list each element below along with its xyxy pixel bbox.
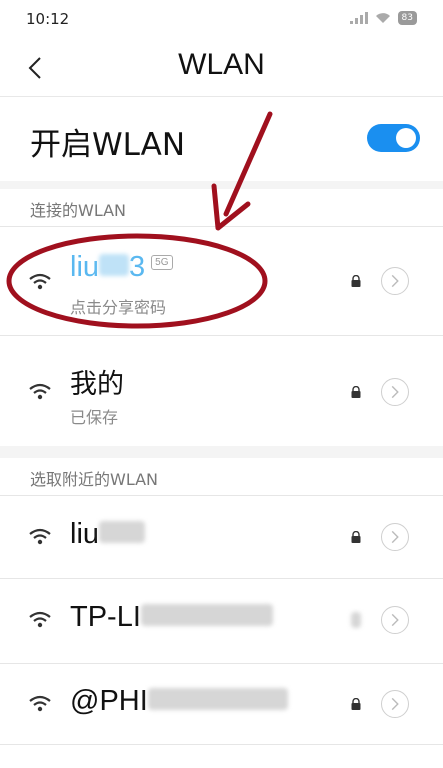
redacted-text: [147, 688, 288, 711]
chevron-right-icon[interactable]: [381, 378, 409, 406]
divider: [0, 744, 443, 745]
wifi-icon: [29, 528, 51, 545]
connected-section-title: 连接的WLAN: [30, 201, 127, 220]
section-gap: [0, 446, 443, 458]
nearby-section-title: 选取附近的WLAN: [30, 470, 159, 489]
network-name-visible: liu: [70, 518, 100, 550]
wifi-icon: [29, 611, 51, 628]
title-bar: WLAN: [0, 40, 443, 97]
network-row-nearby[interactable]: @PHI: [0, 664, 443, 744]
network-subtitle: 点击分享密码: [70, 298, 167, 317]
status-icons: 83: [349, 11, 417, 25]
redacted-lock: [351, 612, 361, 628]
redacted-text: [140, 604, 273, 627]
network-row-saved[interactable]: 我的 已保存: [0, 336, 443, 446]
network-name: TP-LI: [70, 601, 273, 634]
wlan-toggle-switch[interactable]: [367, 124, 420, 152]
network-name: liu: [70, 518, 146, 551]
chevron-right-icon[interactable]: [381, 267, 409, 295]
chevron-right-icon[interactable]: [381, 690, 409, 718]
toggle-knob: [396, 128, 416, 148]
status-time: 10:12: [26, 10, 70, 28]
network-row-nearby[interactable]: TP-LI: [0, 579, 443, 663]
redacted-text: [99, 521, 146, 544]
nearby-section-header: 选取附近的WLAN: [0, 458, 443, 494]
wifi-icon: [29, 695, 51, 712]
battery-icon: 83: [397, 11, 417, 25]
network-name: 我的: [70, 369, 124, 400]
network-row-nearby[interactable]: liu: [0, 496, 443, 578]
page-title: WLAN: [178, 48, 265, 81]
network-row-connected[interactable]: liu 3 5G 点击分享密码: [0, 227, 443, 335]
network-name-suffix: 3: [129, 251, 146, 283]
wifi-icon: [29, 273, 51, 290]
network-name: @PHI: [70, 685, 288, 718]
network-subtitle: 已保存: [70, 408, 119, 427]
band-badge: 5G: [151, 254, 173, 270]
lock-icon: [351, 386, 361, 398]
chevron-right-icon[interactable]: [381, 606, 409, 634]
network-name-visible: @PHI: [70, 685, 148, 717]
wlan-toggle-label: 开启WLAN: [30, 127, 186, 163]
signal-icon: [349, 12, 368, 24]
network-name-visible: liu: [70, 251, 100, 283]
redacted-text: [99, 254, 130, 277]
lock-icon: [351, 531, 361, 543]
lock-icon: [351, 275, 361, 287]
chevron-right-icon[interactable]: [381, 523, 409, 551]
wlan-toggle-row[interactable]: 开启WLAN: [0, 97, 443, 181]
connected-section-header: 连接的WLAN: [0, 189, 443, 225]
network-name-visible: TP-LI: [70, 601, 141, 633]
network-name: liu 3 5G: [70, 251, 173, 284]
wifi-status-icon: [375, 13, 390, 23]
lock-icon: [351, 698, 361, 710]
wifi-icon: [29, 383, 51, 400]
status-bar: 10:12 83: [0, 0, 443, 40]
section-gap: [0, 181, 443, 189]
